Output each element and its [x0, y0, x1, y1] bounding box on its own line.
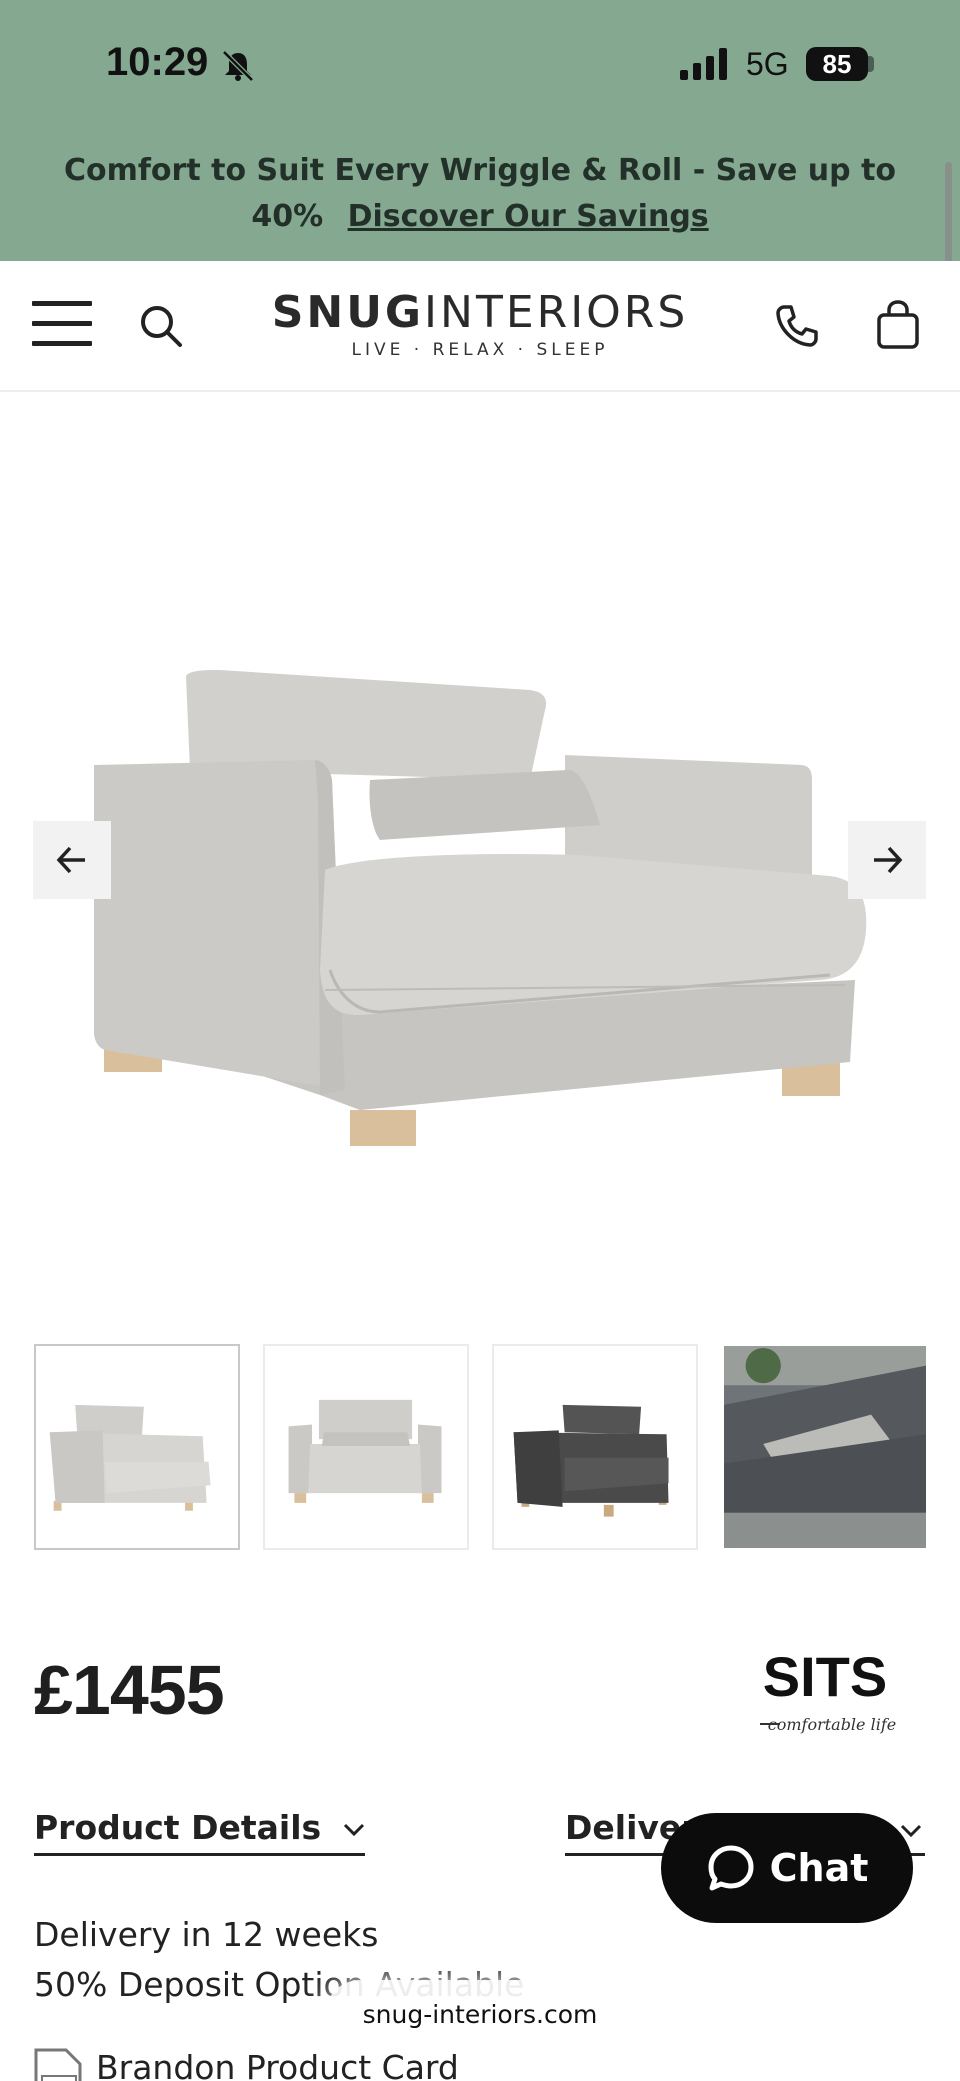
discover-savings-link[interactable]: Discover Our Savings: [348, 199, 709, 234]
chat-button[interactable]: Chat: [661, 1813, 913, 1923]
battery-tip: [868, 56, 874, 72]
thumbnail-2[interactable]: [263, 1344, 469, 1550]
thumbnail-4[interactable]: [722, 1344, 928, 1550]
sofa-lifestyle-thumb: [724, 1346, 926, 1548]
delivery-time-text: Delivery in 12 weeks: [34, 1915, 379, 1954]
sits-brand-logo: SITS comfortable life: [760, 1650, 896, 1734]
chat-label: Chat: [769, 1846, 869, 1890]
tab-product-details-label: Product Details: [34, 1808, 322, 1847]
pdf-file-icon: PDF: [34, 2048, 82, 2081]
promo-text: Comfort to Suit Every Wriggle & Roll - S…: [40, 148, 920, 240]
logo-light: INTERIORS: [424, 287, 689, 338]
next-image-button[interactable]: [848, 821, 926, 899]
arrow-left-icon: [56, 846, 85, 874]
chevron-down-icon: [343, 1823, 364, 1836]
svg-text:SITS: SITS: [763, 1650, 887, 1708]
logo-tagline: LIVE · RELAX · SLEEP: [351, 340, 609, 360]
pdf-label: Brandon Product Card: [96, 2048, 459, 2081]
thumbnail-1[interactable]: [34, 1344, 240, 1550]
shopping-bag-icon[interactable]: [874, 299, 922, 351]
menu-icon[interactable]: [32, 301, 92, 347]
logo-bold: SNUG: [271, 287, 425, 338]
thumbnail-strip: [34, 1344, 928, 1550]
network-type: 5G: [746, 46, 789, 82]
sofa-light-front-thumb: [288, 1399, 442, 1503]
tab-product-details[interactable]: Product Details: [34, 1808, 365, 1856]
svg-text:comfortable life: comfortable life: [768, 1715, 896, 1734]
browser-url-bar[interactable]: snug-interiors.com: [325, 1980, 635, 2050]
battery-indicator: 85: [806, 47, 868, 81]
phone-icon[interactable]: [772, 301, 822, 351]
chat-bubble-icon: [708, 1845, 754, 1891]
cellular-signal-icon: [680, 48, 727, 80]
product-main-image[interactable]: [60, 640, 900, 1160]
product-card-download[interactable]: PDF Brandon Product Card: [30, 2048, 459, 2081]
thumbnail-3[interactable]: [492, 1344, 698, 1550]
arrow-right-icon: [874, 846, 903, 874]
site-header: SNUGINTERIORS LIVE · RELAX · SLEEP: [0, 261, 960, 392]
bell-muted-icon: [222, 50, 254, 82]
site-logo[interactable]: SNUGINTERIORS LIVE · RELAX · SLEEP: [255, 287, 705, 360]
sofa-light-angle-thumb: [49, 1404, 211, 1511]
product-price: £1455: [34, 1651, 225, 1729]
search-icon[interactable]: [136, 301, 186, 351]
status-time: 10:29: [106, 40, 209, 84]
sofa-dark-thumb: [513, 1404, 669, 1517]
previous-image-button[interactable]: [33, 821, 111, 899]
